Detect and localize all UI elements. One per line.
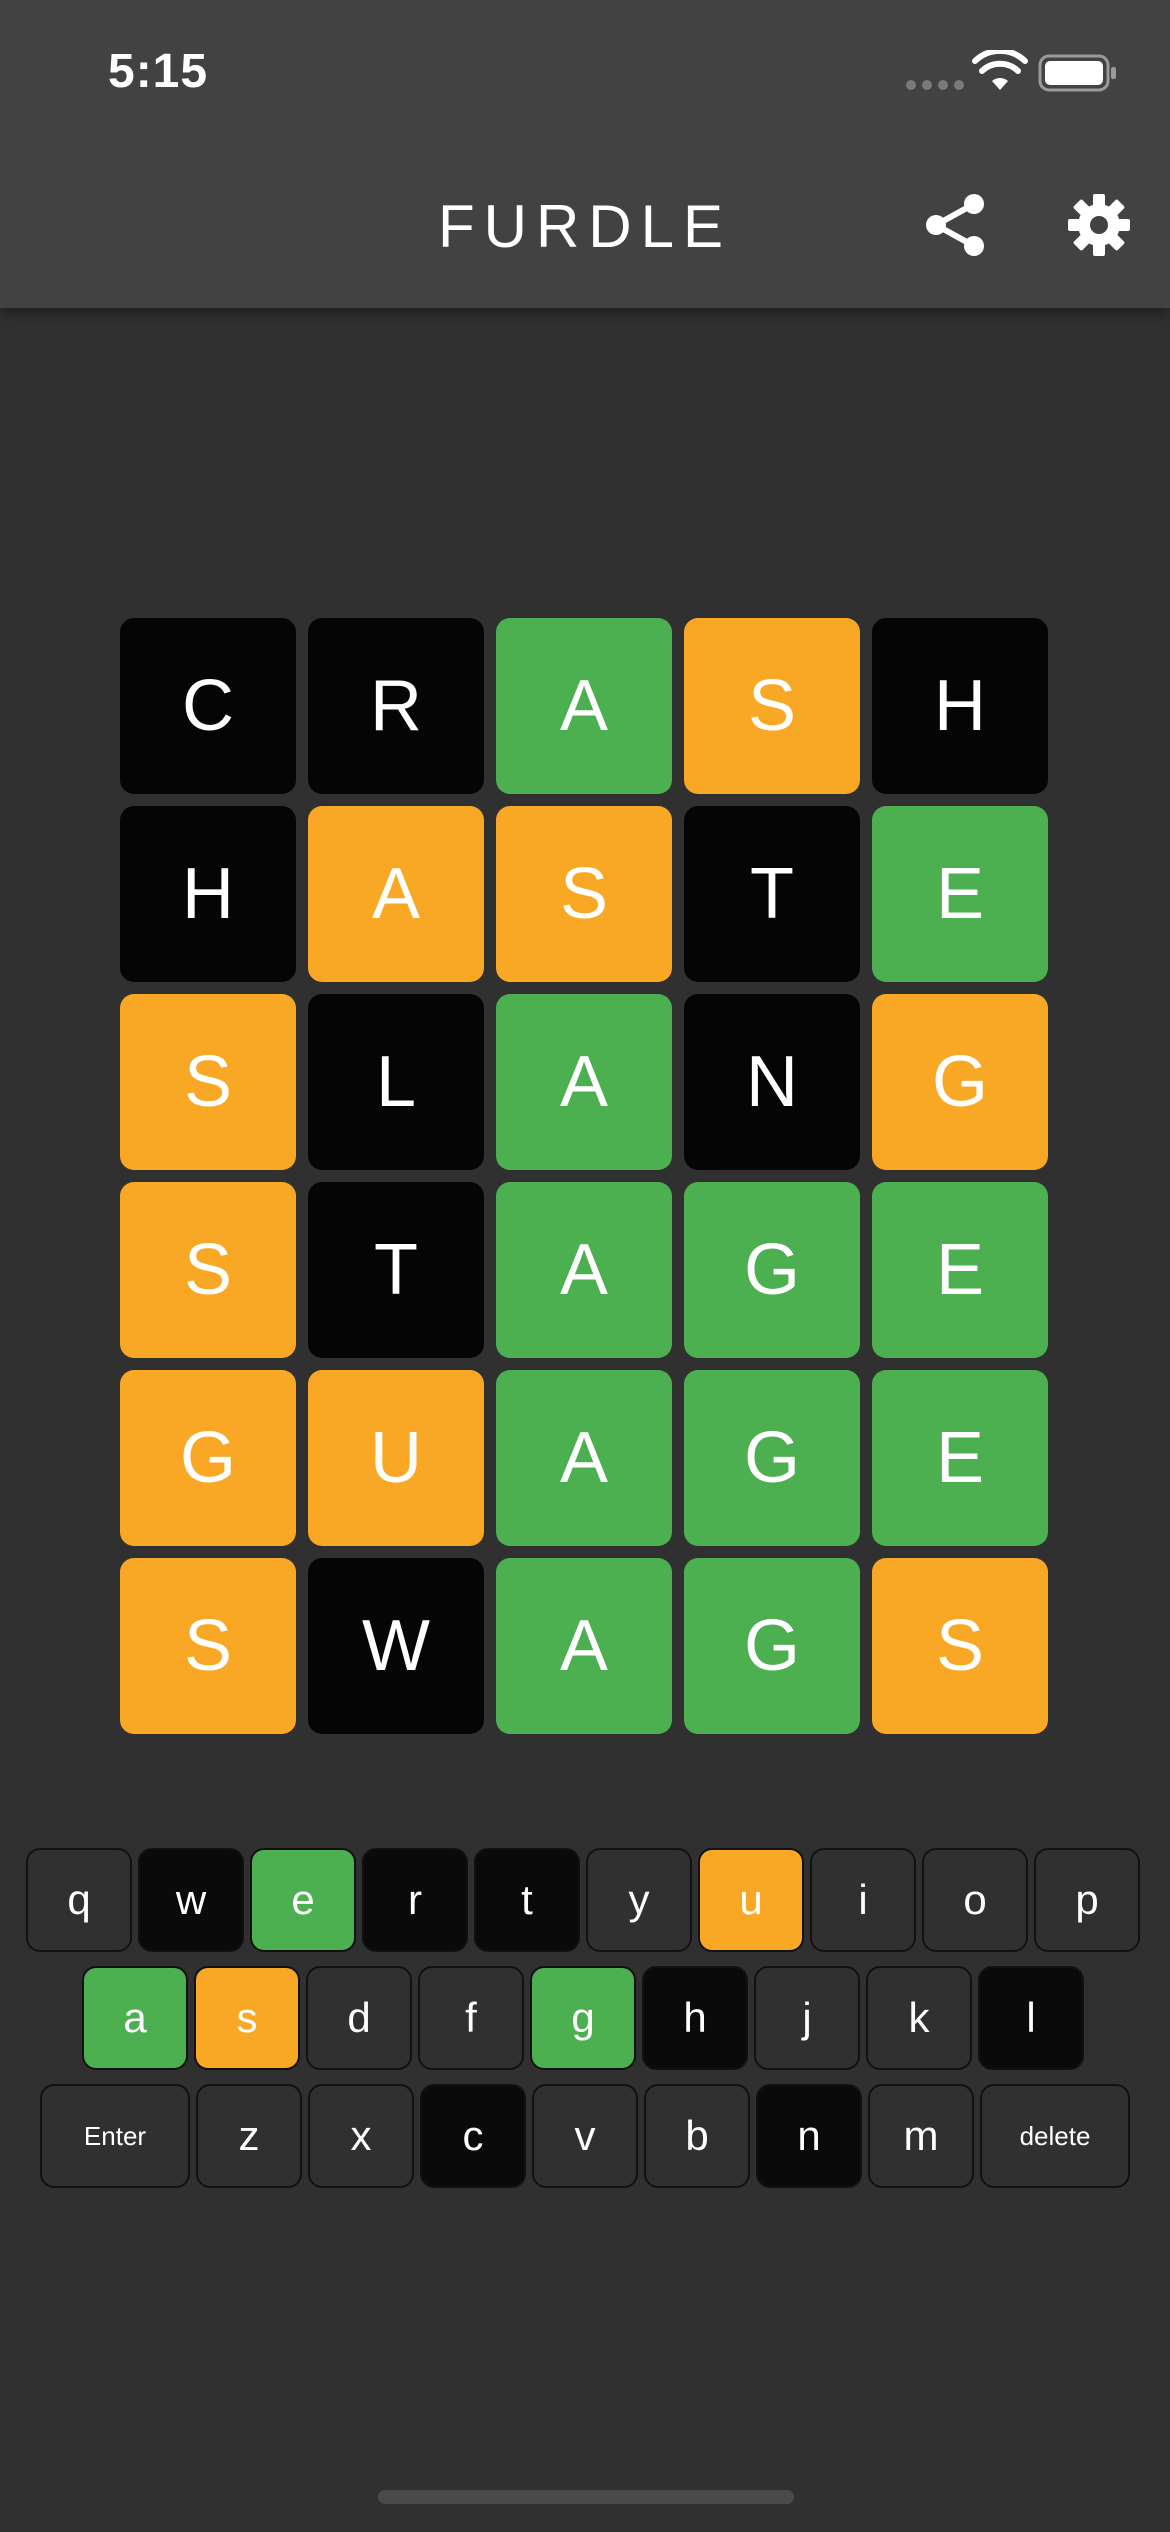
key-x[interactable]: x <box>308 2084 414 2188</box>
key-d[interactable]: d <box>306 1966 412 2070</box>
home-indicator <box>378 2490 794 2504</box>
app-bar: 5:15 FURDLE <box>0 0 1170 308</box>
board-tile: L <box>308 994 484 1170</box>
board-tile: S <box>120 994 296 1170</box>
key-b[interactable]: b <box>644 2084 750 2188</box>
key-r[interactable]: r <box>362 1848 468 1952</box>
board-tile: S <box>120 1558 296 1734</box>
delete-key[interactable]: delete <box>980 2084 1130 2188</box>
key-p[interactable]: p <box>1034 1848 1140 1952</box>
board-tile: H <box>872 618 1048 794</box>
key-o[interactable]: o <box>922 1848 1028 1952</box>
key-s[interactable]: s <box>194 1966 300 2070</box>
board-tile: G <box>684 1182 860 1358</box>
board-tile: A <box>496 1370 672 1546</box>
key-w[interactable]: w <box>138 1848 244 1952</box>
board-tile: S <box>684 618 860 794</box>
key-q[interactable]: q <box>26 1848 132 1952</box>
key-n[interactable]: n <box>756 2084 862 2188</box>
board-tile: A <box>496 994 672 1170</box>
board-tile: S <box>872 1558 1048 1734</box>
key-k[interactable]: k <box>866 1966 972 2070</box>
board-tile: E <box>872 1370 1048 1546</box>
app-title: FURDLE <box>437 193 733 260</box>
enter-key[interactable]: Enter <box>40 2084 190 2188</box>
board-tile: G <box>120 1370 296 1546</box>
status-time: 5:15 <box>108 45 209 98</box>
key-e[interactable]: e <box>250 1848 356 1952</box>
board-tile: U <box>308 1370 484 1546</box>
board-tile: H <box>120 806 296 982</box>
key-g[interactable]: g <box>530 1966 636 2070</box>
key-y[interactable]: y <box>586 1848 692 1952</box>
board-tile: W <box>308 1558 484 1734</box>
board-tile: R <box>308 618 484 794</box>
board-tile: N <box>684 994 860 1170</box>
key-f[interactable]: f <box>418 1966 524 2070</box>
key-z[interactable]: z <box>196 2084 302 2188</box>
wifi-icon <box>972 50 1028 90</box>
board-tile: C <box>120 618 296 794</box>
game-board: CRASHHASTESLANGSTAGEGUAGESWAGS <box>120 618 1050 1734</box>
board-tile: A <box>496 1558 672 1734</box>
key-u[interactable]: u <box>698 1848 804 1952</box>
board-tile: T <box>308 1182 484 1358</box>
key-i[interactable]: i <box>810 1848 916 1952</box>
board-tile: A <box>496 1182 672 1358</box>
board-tile: G <box>872 994 1048 1170</box>
board-tile: A <box>308 806 484 982</box>
battery-icon <box>1038 54 1116 92</box>
key-m[interactable]: m <box>868 2084 974 2188</box>
board-tile: A <box>496 618 672 794</box>
key-v[interactable]: v <box>532 2084 638 2188</box>
key-t[interactable]: t <box>474 1848 580 1952</box>
key-j[interactable]: j <box>754 1966 860 2070</box>
board-tile: S <box>496 806 672 982</box>
key-l[interactable]: l <box>978 1966 1084 2070</box>
board-tile: E <box>872 806 1048 982</box>
cellular-signal-icon <box>906 80 964 90</box>
key-h[interactable]: h <box>642 1966 748 2070</box>
key-a[interactable]: a <box>82 1966 188 2070</box>
key-c[interactable]: c <box>420 2084 526 2188</box>
gear-icon[interactable] <box>1066 192 1132 258</box>
board-tile: E <box>872 1182 1048 1358</box>
board-tile: G <box>684 1558 860 1734</box>
board-tile: S <box>120 1182 296 1358</box>
share-icon[interactable] <box>922 192 988 258</box>
board-tile: T <box>684 806 860 982</box>
board-tile: G <box>684 1370 860 1546</box>
